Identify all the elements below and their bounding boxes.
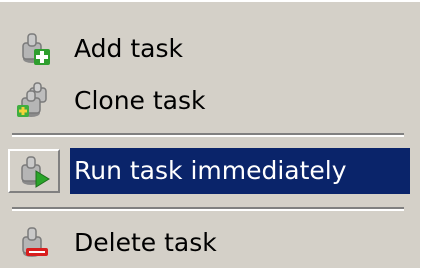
- context-menu: Add task Clone task Run task immediately…: [0, 0, 421, 268]
- menu-item-clone-task[interactable]: Clone task: [8, 78, 410, 124]
- run-task-icon: [8, 149, 60, 193]
- menu-item-delete-task[interactable]: Delete task: [8, 220, 410, 266]
- menu-item-label: Run task immediately: [74, 156, 347, 185]
- menu-item-add-task[interactable]: Add task: [8, 26, 410, 72]
- menu-separator: [12, 133, 404, 137]
- menu-item-label: Add task: [74, 34, 183, 63]
- add-task-icon: [8, 26, 60, 72]
- clone-task-icon: [8, 78, 60, 124]
- menu-item-label: Clone task: [74, 86, 206, 115]
- menu-item-run-task-immediately[interactable]: Run task immediately: [8, 148, 410, 194]
- menu-item-label: Delete task: [74, 228, 217, 257]
- menu-separator: [12, 207, 404, 211]
- delete-task-icon: [8, 220, 60, 266]
